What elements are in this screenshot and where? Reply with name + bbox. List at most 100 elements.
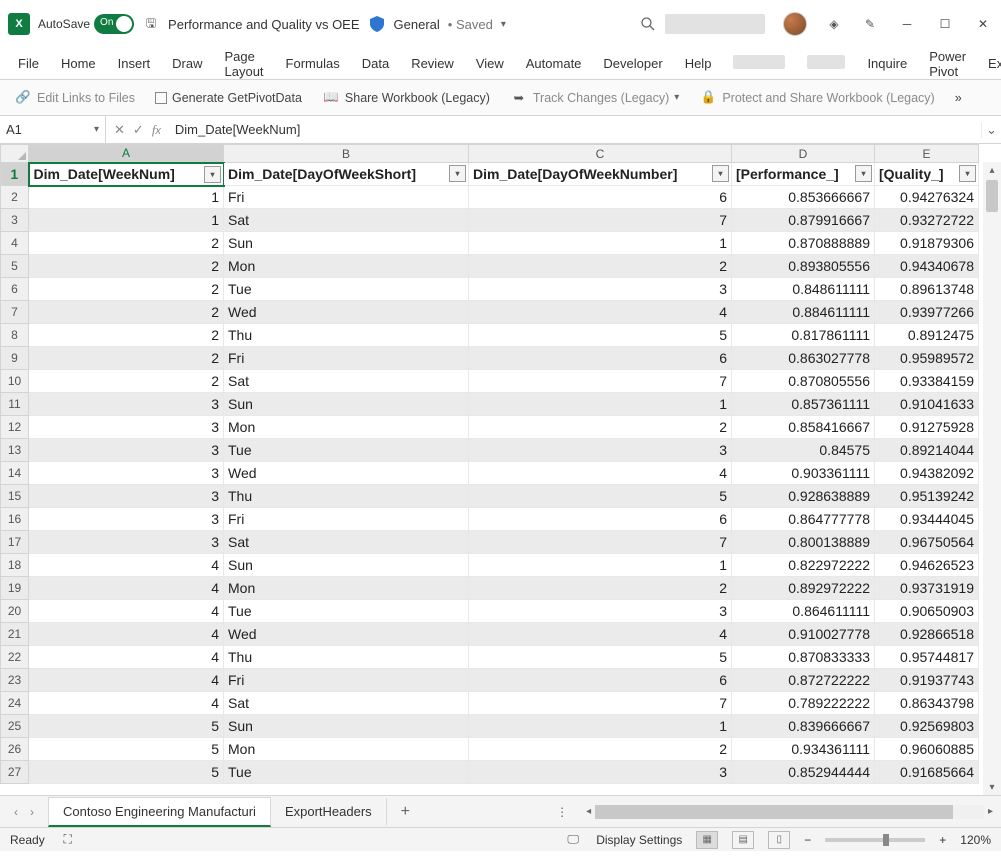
table-row[interactable]: 31Sat70.8799166670.93272722 bbox=[1, 209, 979, 232]
scrollbar-thumb[interactable] bbox=[595, 805, 953, 819]
cell[interactable]: 3 bbox=[469, 761, 732, 784]
cell[interactable]: 0.96750564 bbox=[875, 531, 979, 554]
cell[interactable]: 0.89214044 bbox=[875, 439, 979, 462]
cell[interactable]: 0.93977266 bbox=[875, 301, 979, 324]
cell[interactable]: 3 bbox=[469, 439, 732, 462]
cell[interactable]: 3 bbox=[29, 393, 224, 416]
cell[interactable]: 1 bbox=[29, 209, 224, 232]
cell[interactable]: 5 bbox=[29, 715, 224, 738]
cell[interactable]: 0.884611111 bbox=[732, 301, 875, 324]
row-header[interactable]: 6 bbox=[1, 278, 29, 301]
minimize-button[interactable]: ─ bbox=[897, 14, 917, 34]
cell[interactable]: 3 bbox=[29, 416, 224, 439]
cell[interactable]: 1 bbox=[469, 232, 732, 255]
cell[interactable]: 2 bbox=[29, 370, 224, 393]
cell[interactable]: Sun bbox=[224, 715, 469, 738]
cell[interactable]: 0.858416667 bbox=[732, 416, 875, 439]
cell[interactable]: Thu bbox=[224, 485, 469, 508]
cell[interactable]: 0.94626523 bbox=[875, 554, 979, 577]
zoom-out-button[interactable]: − bbox=[804, 833, 811, 847]
cell[interactable]: 0.93272722 bbox=[875, 209, 979, 232]
tab-automate[interactable]: Automate bbox=[516, 50, 592, 77]
cell[interactable]: 4 bbox=[469, 623, 732, 646]
cell[interactable]: 0.94276324 bbox=[875, 186, 979, 209]
tab-overflow[interactable]: Ex bbox=[978, 50, 1001, 77]
table-row[interactable]: 244Sat70.7892222220.86343798 bbox=[1, 692, 979, 715]
cell[interactable]: 0.91937743 bbox=[875, 669, 979, 692]
scrollbar-thumb[interactable] bbox=[986, 180, 998, 212]
cell[interactable]: 2 bbox=[29, 347, 224, 370]
generate-getpivotdata[interactable]: Generate GetPivotData bbox=[155, 91, 302, 105]
cell[interactable]: Wed bbox=[224, 462, 469, 485]
cell[interactable]: 0.863027778 bbox=[732, 347, 875, 370]
filter-button[interactable]: ▾ bbox=[449, 165, 466, 182]
cell[interactable]: 0.893805556 bbox=[732, 255, 875, 278]
display-settings-icon[interactable]: 🖵 bbox=[564, 831, 582, 849]
table-row[interactable]: 102Sat70.8708055560.93384159 bbox=[1, 370, 979, 393]
cell[interactable]: 3 bbox=[29, 485, 224, 508]
cell[interactable]: 0.817861111 bbox=[732, 324, 875, 347]
cell[interactable]: 3 bbox=[469, 600, 732, 623]
scroll-left-icon[interactable]: ◂ bbox=[586, 806, 591, 817]
table-row[interactable]: 62Tue30.8486111110.89613748 bbox=[1, 278, 979, 301]
row-header[interactable]: 20 bbox=[1, 600, 29, 623]
next-sheet-icon[interactable]: › bbox=[30, 805, 34, 819]
cell[interactable]: 0.870888889 bbox=[732, 232, 875, 255]
sheet-menu-icon[interactable]: ⋮ bbox=[546, 805, 578, 819]
table-header-cell[interactable]: Dim_Date[DayOfWeekShort]▾ bbox=[224, 163, 469, 186]
table-row[interactable]: 265Mon20.9343611110.96060885 bbox=[1, 738, 979, 761]
avatar[interactable] bbox=[783, 12, 807, 36]
page-break-view-button[interactable]: ▯ bbox=[768, 831, 790, 849]
cell[interactable]: 0.91685664 bbox=[875, 761, 979, 784]
row-header[interactable]: 18 bbox=[1, 554, 29, 577]
horizontal-scrollbar[interactable]: ◂ ▸ bbox=[578, 805, 1001, 819]
select-all-button[interactable] bbox=[1, 145, 29, 163]
cell[interactable]: Thu bbox=[224, 324, 469, 347]
cell[interactable]: Tue bbox=[224, 761, 469, 784]
cell[interactable]: 3 bbox=[29, 439, 224, 462]
cell[interactable]: 5 bbox=[29, 761, 224, 784]
row-header[interactable]: 4 bbox=[1, 232, 29, 255]
cell[interactable]: 0.93444045 bbox=[875, 508, 979, 531]
cell[interactable]: 2 bbox=[29, 301, 224, 324]
filter-button[interactable]: ▾ bbox=[959, 165, 976, 182]
cell[interactable]: 0.93731919 bbox=[875, 577, 979, 600]
cell[interactable]: 0.857361111 bbox=[732, 393, 875, 416]
table-row[interactable]: 255Sun10.8396666670.92569803 bbox=[1, 715, 979, 738]
cell[interactable]: 3 bbox=[29, 462, 224, 485]
cell[interactable]: 3 bbox=[29, 508, 224, 531]
row-header[interactable]: 24 bbox=[1, 692, 29, 715]
table-row[interactable]: 143Wed40.9033611110.94382092 bbox=[1, 462, 979, 485]
cell[interactable]: 2 bbox=[29, 232, 224, 255]
checkbox-icon[interactable] bbox=[155, 92, 167, 104]
cell[interactable]: 0.95989572 bbox=[875, 347, 979, 370]
col-header-a[interactable]: A bbox=[29, 145, 224, 163]
cell[interactable]: 0.848611111 bbox=[732, 278, 875, 301]
row-header[interactable]: 3 bbox=[1, 209, 29, 232]
cell[interactable]: Fri bbox=[224, 347, 469, 370]
tab-hidden-1[interactable] bbox=[723, 49, 795, 78]
row-header[interactable]: 26 bbox=[1, 738, 29, 761]
cell[interactable]: 7 bbox=[469, 531, 732, 554]
table-row[interactable]: 173Sat70.8001388890.96750564 bbox=[1, 531, 979, 554]
zoom-level[interactable]: 120% bbox=[960, 833, 991, 847]
cell[interactable]: 1 bbox=[469, 393, 732, 416]
table-row[interactable]: 52Mon20.8938055560.94340678 bbox=[1, 255, 979, 278]
cell[interactable]: 1 bbox=[469, 554, 732, 577]
cell[interactable]: 0.864777778 bbox=[732, 508, 875, 531]
cell[interactable]: 0.822972222 bbox=[732, 554, 875, 577]
chevron-down-icon[interactable]: ▾ bbox=[501, 19, 506, 30]
row-header[interactable]: 21 bbox=[1, 623, 29, 646]
col-header-e[interactable]: E bbox=[875, 145, 979, 163]
cell[interactable]: 7 bbox=[469, 370, 732, 393]
cell[interactable]: Fri bbox=[224, 508, 469, 531]
cell[interactable]: 0.934361111 bbox=[732, 738, 875, 761]
cell[interactable]: 0.86343798 bbox=[875, 692, 979, 715]
row-header[interactable]: 1 bbox=[1, 163, 29, 186]
vertical-scrollbar[interactable]: ▴ ▾ bbox=[983, 162, 1001, 795]
table-row[interactable]: 72Wed40.8846111110.93977266 bbox=[1, 301, 979, 324]
col-header-c[interactable]: C bbox=[469, 145, 732, 163]
cell[interactable]: 0.872722222 bbox=[732, 669, 875, 692]
tab-insert[interactable]: Insert bbox=[108, 50, 161, 77]
cell[interactable]: 0.96060885 bbox=[875, 738, 979, 761]
